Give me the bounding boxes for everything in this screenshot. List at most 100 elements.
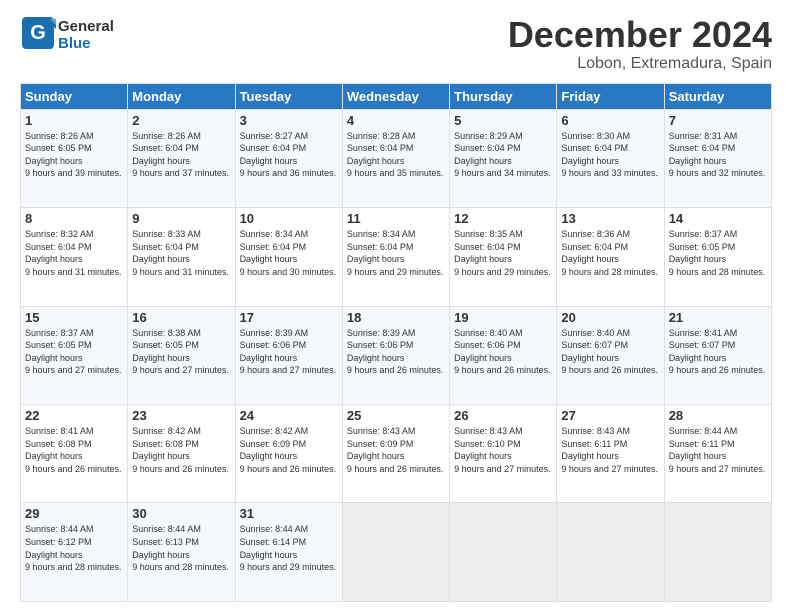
day-info: Sunrise: 8:41 AM Sunset: 6:08 PM Dayligh… <box>25 425 123 475</box>
day-info: Sunrise: 8:37 AM Sunset: 6:05 PM Dayligh… <box>669 228 767 278</box>
calendar-week-3: 15 Sunrise: 8:37 AM Sunset: 6:05 PM Dayl… <box>21 306 772 404</box>
svg-text:G: G <box>30 22 46 44</box>
title-block: December 2024 Lobon, Extremadura, Spain <box>508 15 772 73</box>
table-row: 22 Sunrise: 8:41 AM Sunset: 6:08 PM Dayl… <box>21 405 128 503</box>
day-number: 24 <box>240 408 338 423</box>
table-row: 4 Sunrise: 8:28 AM Sunset: 6:04 PM Dayli… <box>342 109 449 207</box>
location: Lobon, Extremadura, Spain <box>508 55 772 73</box>
day-info: Sunrise: 8:43 AM Sunset: 6:11 PM Dayligh… <box>561 425 659 475</box>
day-number: 26 <box>454 408 552 423</box>
table-row: 25 Sunrise: 8:43 AM Sunset: 6:09 PM Dayl… <box>342 405 449 503</box>
day-number: 25 <box>347 408 445 423</box>
day-info: Sunrise: 8:27 AM Sunset: 6:04 PM Dayligh… <box>240 130 338 180</box>
day-number: 1 <box>25 113 123 128</box>
day-info: Sunrise: 8:44 AM Sunset: 6:11 PM Dayligh… <box>669 425 767 475</box>
header-row: Sunday Monday Tuesday Wednesday Thursday… <box>21 83 772 109</box>
day-number: 7 <box>669 113 767 128</box>
day-info: Sunrise: 8:32 AM Sunset: 6:04 PM Dayligh… <box>25 228 123 278</box>
day-number: 4 <box>347 113 445 128</box>
day-number: 22 <box>25 408 123 423</box>
table-row: 20 Sunrise: 8:40 AM Sunset: 6:07 PM Dayl… <box>557 306 664 404</box>
table-row: 12 Sunrise: 8:35 AM Sunset: 6:04 PM Dayl… <box>450 208 557 306</box>
month-title: December 2024 <box>508 15 772 55</box>
table-row: 21 Sunrise: 8:41 AM Sunset: 6:07 PM Dayl… <box>664 306 771 404</box>
table-row: 30 Sunrise: 8:44 AM Sunset: 6:13 PM Dayl… <box>128 503 235 602</box>
day-info: Sunrise: 8:40 AM Sunset: 6:06 PM Dayligh… <box>454 327 552 377</box>
logo: G General Blue <box>20 15 114 56</box>
table-row: 8 Sunrise: 8:32 AM Sunset: 6:04 PM Dayli… <box>21 208 128 306</box>
calendar-week-5: 29 Sunrise: 8:44 AM Sunset: 6:12 PM Dayl… <box>21 503 772 602</box>
day-number: 23 <box>132 408 230 423</box>
calendar-week-2: 8 Sunrise: 8:32 AM Sunset: 6:04 PM Dayli… <box>21 208 772 306</box>
day-info: Sunrise: 8:33 AM Sunset: 6:04 PM Dayligh… <box>132 228 230 278</box>
day-number: 20 <box>561 310 659 325</box>
table-row: 19 Sunrise: 8:40 AM Sunset: 6:06 PM Dayl… <box>450 306 557 404</box>
calendar-body: 1 Sunrise: 8:26 AM Sunset: 6:05 PM Dayli… <box>21 109 772 601</box>
table-row: 10 Sunrise: 8:34 AM Sunset: 6:04 PM Dayl… <box>235 208 342 306</box>
table-row: 6 Sunrise: 8:30 AM Sunset: 6:04 PM Dayli… <box>557 109 664 207</box>
day-info: Sunrise: 8:37 AM Sunset: 6:05 PM Dayligh… <box>25 327 123 377</box>
table-row: 7 Sunrise: 8:31 AM Sunset: 6:04 PM Dayli… <box>664 109 771 207</box>
day-number: 6 <box>561 113 659 128</box>
col-wednesday: Wednesday <box>342 83 449 109</box>
day-number: 27 <box>561 408 659 423</box>
day-info: Sunrise: 8:28 AM Sunset: 6:04 PM Dayligh… <box>347 130 445 180</box>
table-row: 17 Sunrise: 8:39 AM Sunset: 6:06 PM Dayl… <box>235 306 342 404</box>
col-monday: Monday <box>128 83 235 109</box>
table-row: 23 Sunrise: 8:42 AM Sunset: 6:08 PM Dayl… <box>128 405 235 503</box>
day-number: 8 <box>25 211 123 226</box>
logo-blue: Blue <box>58 36 114 53</box>
table-row: 3 Sunrise: 8:27 AM Sunset: 6:04 PM Dayli… <box>235 109 342 207</box>
table-row: 14 Sunrise: 8:37 AM Sunset: 6:05 PM Dayl… <box>664 208 771 306</box>
day-number: 11 <box>347 211 445 226</box>
day-info: Sunrise: 8:43 AM Sunset: 6:10 PM Dayligh… <box>454 425 552 475</box>
day-info: Sunrise: 8:36 AM Sunset: 6:04 PM Dayligh… <box>561 228 659 278</box>
day-info: Sunrise: 8:44 AM Sunset: 6:12 PM Dayligh… <box>25 523 123 573</box>
day-number: 3 <box>240 113 338 128</box>
day-info: Sunrise: 8:35 AM Sunset: 6:04 PM Dayligh… <box>454 228 552 278</box>
day-number: 5 <box>454 113 552 128</box>
table-row <box>664 503 771 602</box>
table-row: 28 Sunrise: 8:44 AM Sunset: 6:11 PM Dayl… <box>664 405 771 503</box>
table-row: 11 Sunrise: 8:34 AM Sunset: 6:04 PM Dayl… <box>342 208 449 306</box>
day-info: Sunrise: 8:30 AM Sunset: 6:04 PM Dayligh… <box>561 130 659 180</box>
table-row <box>557 503 664 602</box>
day-info: Sunrise: 8:29 AM Sunset: 6:04 PM Dayligh… <box>454 130 552 180</box>
day-number: 18 <box>347 310 445 325</box>
day-number: 21 <box>669 310 767 325</box>
day-number: 2 <box>132 113 230 128</box>
table-row: 18 Sunrise: 8:39 AM Sunset: 6:06 PM Dayl… <box>342 306 449 404</box>
col-thursday: Thursday <box>450 83 557 109</box>
day-info: Sunrise: 8:44 AM Sunset: 6:14 PM Dayligh… <box>240 523 338 573</box>
day-info: Sunrise: 8:26 AM Sunset: 6:05 PM Dayligh… <box>25 130 123 180</box>
table-row <box>342 503 449 602</box>
col-sunday: Sunday <box>21 83 128 109</box>
day-info: Sunrise: 8:42 AM Sunset: 6:09 PM Dayligh… <box>240 425 338 475</box>
calendar-week-4: 22 Sunrise: 8:41 AM Sunset: 6:08 PM Dayl… <box>21 405 772 503</box>
calendar-table: Sunday Monday Tuesday Wednesday Thursday… <box>20 83 772 602</box>
table-row: 15 Sunrise: 8:37 AM Sunset: 6:05 PM Dayl… <box>21 306 128 404</box>
day-number: 30 <box>132 506 230 521</box>
day-number: 14 <box>669 211 767 226</box>
day-info: Sunrise: 8:40 AM Sunset: 6:07 PM Dayligh… <box>561 327 659 377</box>
day-info: Sunrise: 8:38 AM Sunset: 6:05 PM Dayligh… <box>132 327 230 377</box>
day-info: Sunrise: 8:26 AM Sunset: 6:04 PM Dayligh… <box>132 130 230 180</box>
table-row: 24 Sunrise: 8:42 AM Sunset: 6:09 PM Dayl… <box>235 405 342 503</box>
table-row: 13 Sunrise: 8:36 AM Sunset: 6:04 PM Dayl… <box>557 208 664 306</box>
table-row: 5 Sunrise: 8:29 AM Sunset: 6:04 PM Dayli… <box>450 109 557 207</box>
table-row: 31 Sunrise: 8:44 AM Sunset: 6:14 PM Dayl… <box>235 503 342 602</box>
day-info: Sunrise: 8:39 AM Sunset: 6:06 PM Dayligh… <box>240 327 338 377</box>
day-number: 17 <box>240 310 338 325</box>
day-number: 12 <box>454 211 552 226</box>
table-row: 26 Sunrise: 8:43 AM Sunset: 6:10 PM Dayl… <box>450 405 557 503</box>
col-saturday: Saturday <box>664 83 771 109</box>
table-row: 29 Sunrise: 8:44 AM Sunset: 6:12 PM Dayl… <box>21 503 128 602</box>
day-number: 31 <box>240 506 338 521</box>
day-number: 15 <box>25 310 123 325</box>
day-number: 13 <box>561 211 659 226</box>
table-row <box>450 503 557 602</box>
page: G General Blue December 2024 Lobon, Extr… <box>0 0 792 612</box>
calendar-week-1: 1 Sunrise: 8:26 AM Sunset: 6:05 PM Dayli… <box>21 109 772 207</box>
logo-icon: G <box>20 15 56 51</box>
day-number: 10 <box>240 211 338 226</box>
